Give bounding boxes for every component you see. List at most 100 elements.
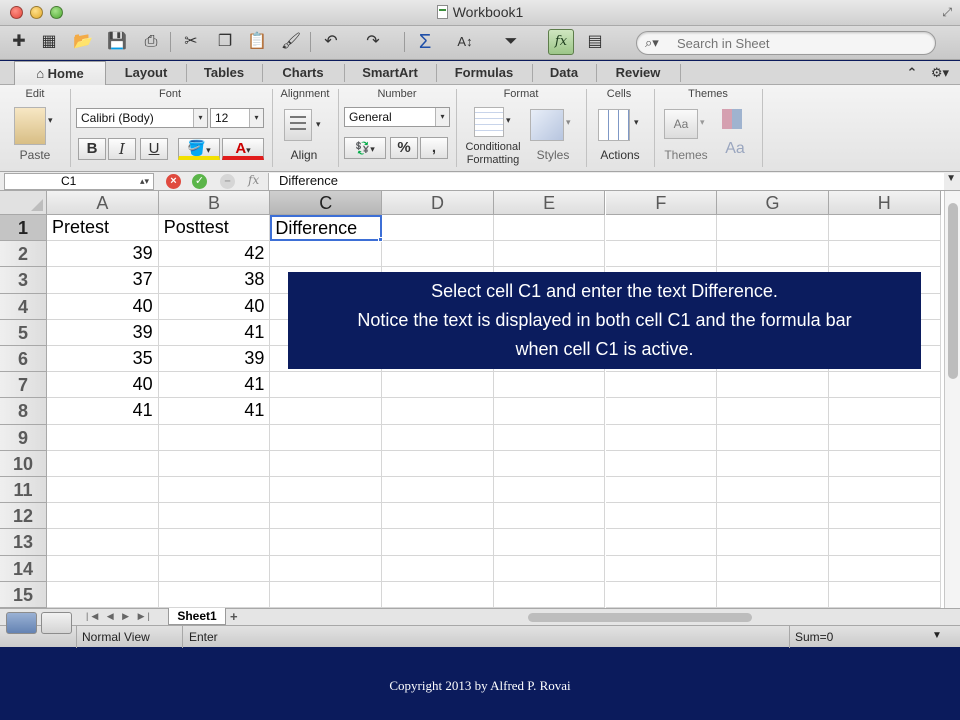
cell-c14[interactable] <box>270 555 383 582</box>
normal-view-button[interactable] <box>6 612 37 634</box>
row-header-11[interactable]: 11 <box>0 477 47 504</box>
comma-style-button[interactable]: , <box>420 137 448 159</box>
cell-h10[interactable] <box>828 450 941 477</box>
align-dropdown-icon[interactable]: ▾ <box>316 119 321 130</box>
cell-e1[interactable] <box>493 215 606 242</box>
cell-e7[interactable] <box>493 372 606 399</box>
cell-f11[interactable] <box>605 477 718 504</box>
cell-d8[interactable] <box>382 398 494 425</box>
cell-h1[interactable] <box>828 215 941 242</box>
cell-h13[interactable] <box>828 529 941 556</box>
cell-b8[interactable]: 41 <box>158 398 271 425</box>
cell-f13[interactable] <box>605 529 718 556</box>
cell-b15[interactable] <box>158 581 271 608</box>
cell-g10[interactable] <box>717 450 829 477</box>
sort-icon[interactable]: A↕ <box>452 30 478 54</box>
column-header-c[interactable]: C <box>270 191 383 215</box>
cell-h9[interactable] <box>828 424 941 451</box>
cell-b5[interactable]: 41 <box>158 319 271 346</box>
cell-f10[interactable] <box>605 450 718 477</box>
cell-c13[interactable] <box>270 529 383 556</box>
align-button-label[interactable]: Align <box>280 148 328 162</box>
tab-charts[interactable]: Charts <box>264 61 342 85</box>
row-header-8[interactable]: 8 <box>0 398 47 425</box>
cell-a11[interactable] <box>47 477 159 504</box>
cell-h11[interactable] <box>828 477 941 504</box>
align-lines-icon[interactable] <box>284 109 312 141</box>
cell-a10[interactable] <box>47 450 159 477</box>
cell-a2[interactable]: 39 <box>47 241 159 268</box>
cell-c12[interactable] <box>270 503 383 530</box>
cell-b11[interactable] <box>158 477 271 504</box>
formula-input[interactable]: Difference <box>268 173 944 190</box>
cell-e13[interactable] <box>493 529 606 556</box>
cell-e12[interactable] <box>493 503 606 530</box>
actions-dropdown-icon[interactable]: ▾ <box>634 117 639 128</box>
cell-c9[interactable] <box>270 424 383 451</box>
cell-f14[interactable] <box>605 555 718 582</box>
cell-g14[interactable] <box>717 555 829 582</box>
sheet-navigation-arrows-icon[interactable]: |◀ ◀ ▶ ▶| <box>86 611 153 622</box>
column-header-b[interactable]: B <box>158 191 271 215</box>
cell-e10[interactable] <box>493 450 606 477</box>
column-header-f[interactable]: F <box>605 191 718 215</box>
cell-g12[interactable] <box>717 503 829 530</box>
font-name-select[interactable]: Calibri (Body) ▾ <box>76 108 208 128</box>
row-header-2[interactable]: 2 <box>0 241 47 268</box>
row-header-4[interactable]: 4 <box>0 293 47 320</box>
column-header-e[interactable]: E <box>493 191 606 215</box>
cell-d15[interactable] <box>382 581 494 608</box>
toolbox-icon[interactable]: ▤ <box>582 30 608 54</box>
tab-layout[interactable]: Layout <box>108 61 184 85</box>
cell-d1[interactable] <box>382 215 494 242</box>
cell-a15[interactable] <box>47 581 159 608</box>
row-header-5[interactable]: 5 <box>0 319 47 346</box>
row-header-12[interactable]: 12 <box>0 503 47 530</box>
tab-smartart[interactable]: SmartArt <box>346 61 434 85</box>
cell-c1[interactable]: Difference <box>270 215 383 242</box>
cancel-entry-icon[interactable]: × <box>166 174 181 189</box>
font-size-select[interactable]: 12 ▾ <box>210 108 264 128</box>
tab-formulas[interactable]: Formulas <box>438 61 530 85</box>
styles-button-label[interactable]: Styles <box>530 148 576 162</box>
cell-g8[interactable] <box>717 398 829 425</box>
cell-g7[interactable] <box>717 372 829 399</box>
cell-a12[interactable] <box>47 503 159 530</box>
paste-button-label[interactable]: Paste <box>12 148 58 162</box>
cut-icon[interactable]: ✂ <box>178 30 204 54</box>
cell-h12[interactable] <box>828 503 941 530</box>
cell-c7[interactable] <box>270 372 383 399</box>
number-format-select[interactable]: General ▾ <box>344 107 450 127</box>
copy-icon[interactable]: ❐ <box>212 30 238 54</box>
fullscreen-icon[interactable]: ⤢ <box>942 5 952 20</box>
cell-e8[interactable] <box>493 398 606 425</box>
cell-b10[interactable] <box>158 450 271 477</box>
paste-clipboard-icon[interactable] <box>14 107 46 145</box>
cell-c11[interactable] <box>270 477 383 504</box>
paste-dropdown-icon[interactable]: ▾ <box>48 115 53 126</box>
collapse-ribbon-icon[interactable]: ⌃ <box>902 61 922 85</box>
cell-a13[interactable] <box>47 529 159 556</box>
cell-h7[interactable] <box>828 372 941 399</box>
conditional-formatting-dropdown-icon[interactable]: ▾ <box>506 115 511 126</box>
formula-builder-button[interactable]: fx <box>548 29 574 55</box>
save-icon[interactable]: 💾 <box>104 30 130 54</box>
cell-d13[interactable] <box>382 529 494 556</box>
column-header-a[interactable]: A <box>47 191 159 215</box>
cell-b14[interactable] <box>158 555 271 582</box>
cell-e2[interactable] <box>493 241 606 268</box>
cell-h15[interactable] <box>828 581 941 608</box>
filter-icon[interactable]: ⏷ <box>498 30 524 54</box>
themes-button-label[interactable]: Themes <box>660 148 712 162</box>
ribbon-options-gear-icon[interactable]: ⚙▾ <box>926 61 954 85</box>
cell-h8[interactable] <box>828 398 941 425</box>
cell-a8[interactable]: 41 <box>47 398 159 425</box>
column-header-d[interactable]: D <box>382 191 494 215</box>
cell-f15[interactable] <box>605 581 718 608</box>
autosum-icon[interactable]: Σ <box>412 30 438 54</box>
cell-e15[interactable] <box>493 581 606 608</box>
fill-handle[interactable] <box>378 237 384 243</box>
bold-button[interactable]: B <box>78 138 106 160</box>
row-header-15[interactable]: 15 <box>0 581 47 608</box>
cell-d9[interactable] <box>382 424 494 451</box>
